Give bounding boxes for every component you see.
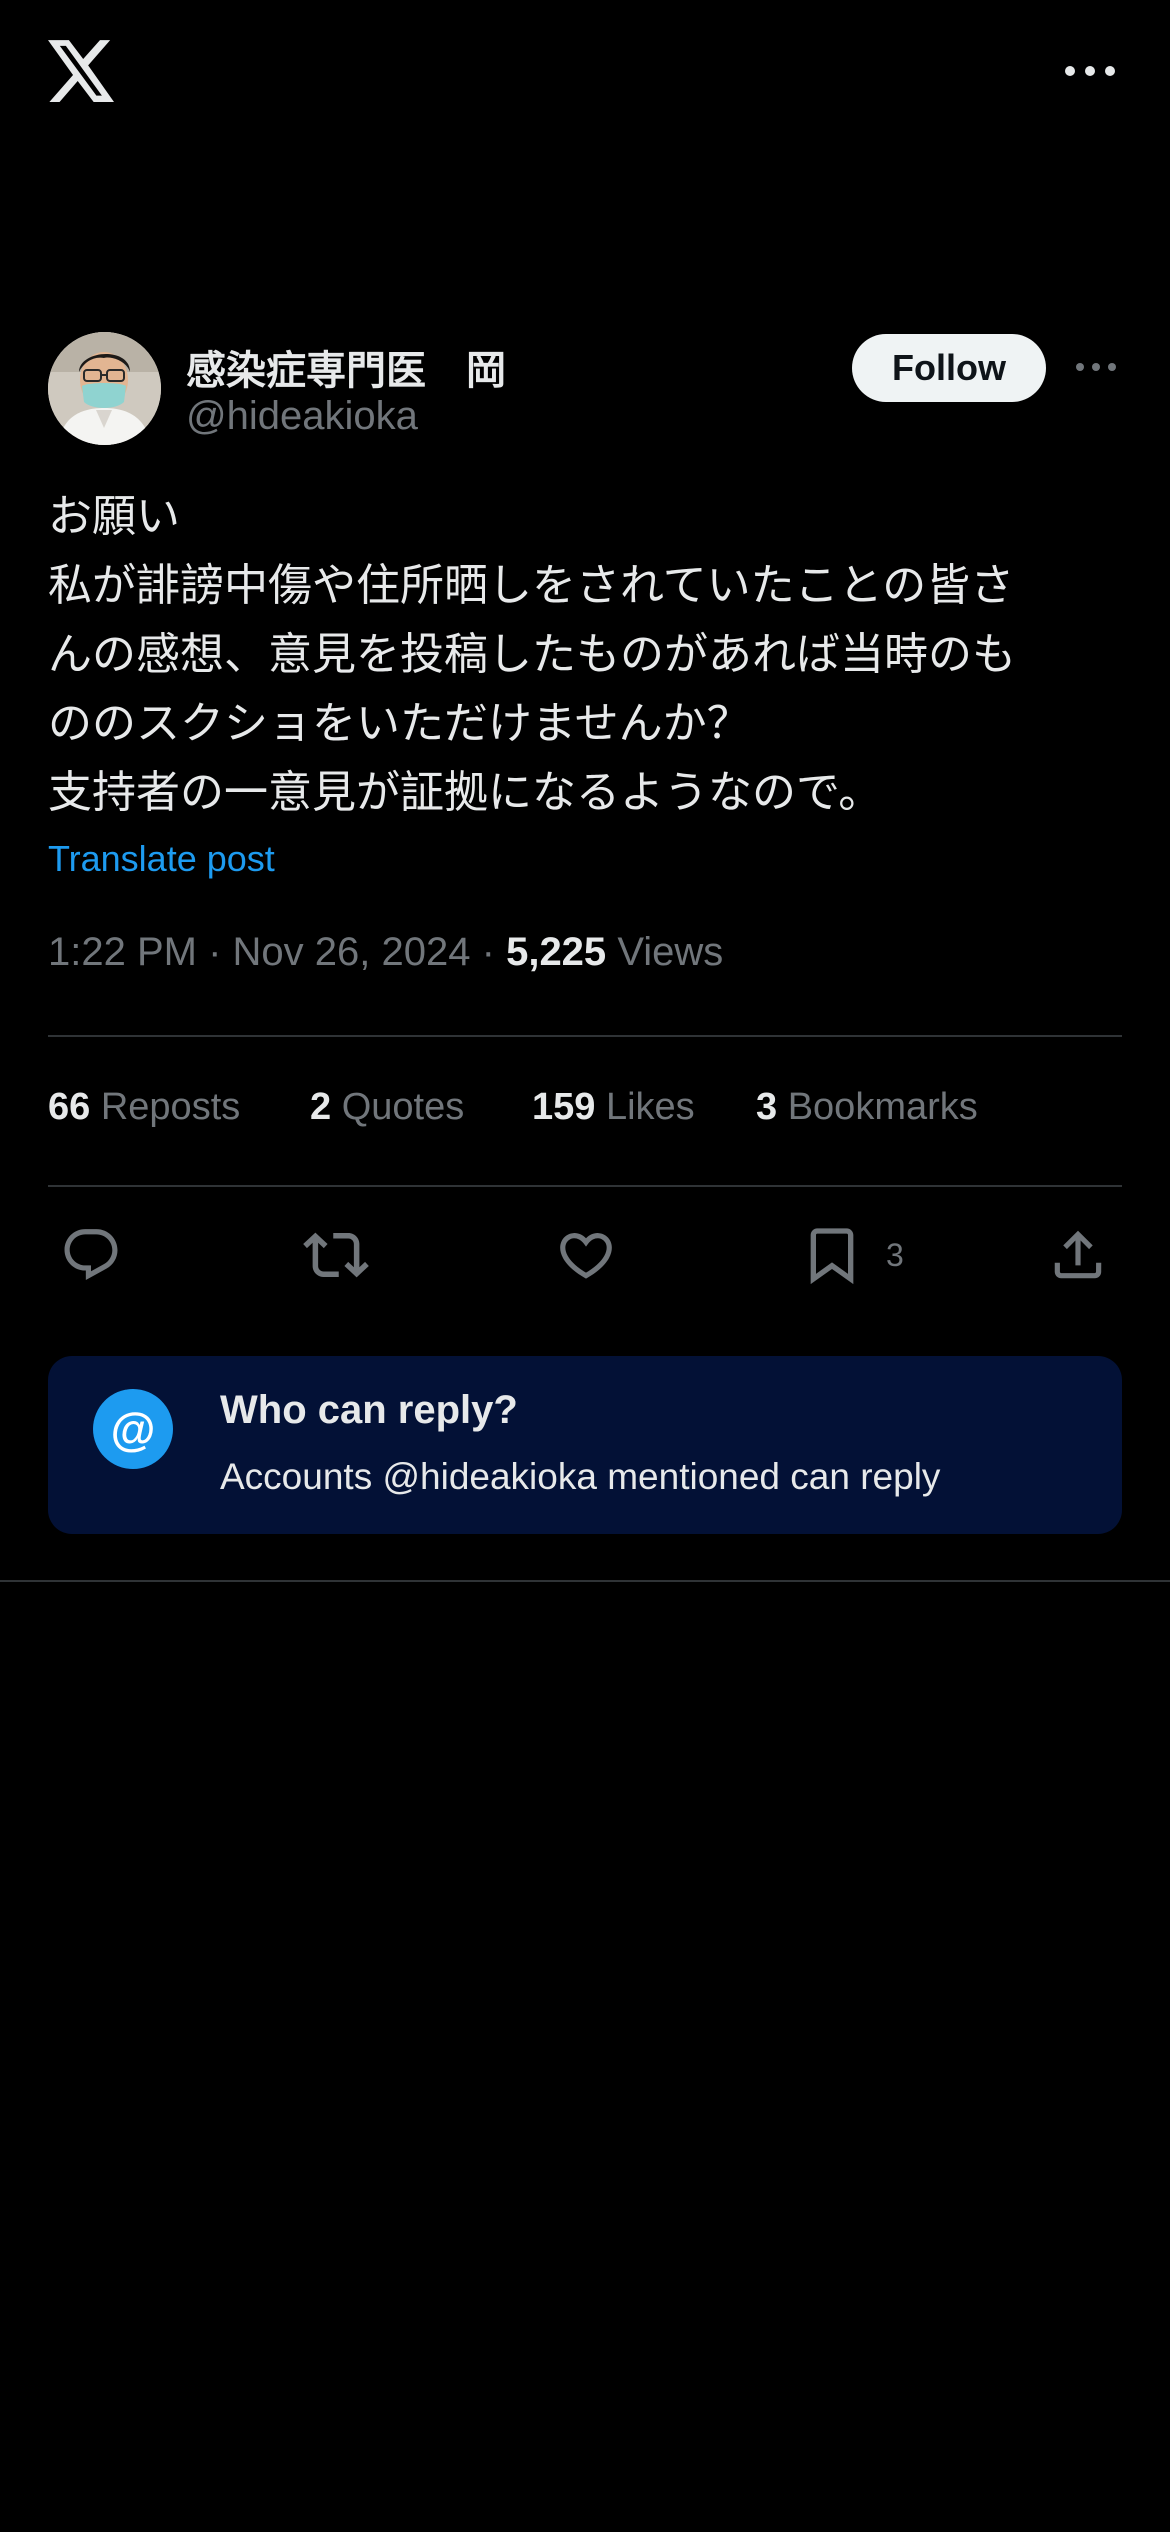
bookmark-icon [810,1228,854,1285]
reposts-label: Reposts [100,1086,241,1128]
post-date[interactable]: Nov 26, 2024 [233,930,471,974]
translate-post-link[interactable]: Translate post [48,838,275,880]
post-text-line: 支持者の一意見が証拠になるようなので。 [48,767,883,818]
author-handle[interactable]: @hideakioka [186,394,418,439]
post-meta: 1:22 PM · Nov 26, 2024 · 5,225 Views [48,930,723,975]
follow-button[interactable]: Follow [852,334,1046,402]
likes-count: 159 [532,1086,596,1128]
avatar[interactable] [48,332,161,445]
who-can-reply-title: Who can reply? [220,1388,518,1432]
more-horizontal-icon[interactable] [1072,354,1120,380]
quotes-count: 2 [310,1086,332,1128]
meta-separator: · [208,930,222,974]
post-author: 感染症専門医 岡 @hideakioka Follow [48,332,1122,447]
post-time[interactable]: 1:22 PM [48,930,197,974]
top-bar [0,0,1170,150]
display-name[interactable]: 感染症専門医 岡 [186,338,506,396]
heart-icon [560,1233,612,1279]
divider [48,1185,1122,1187]
views-label: Views [617,930,724,974]
bookmark-button[interactable]: 3 [800,1215,904,1295]
share-icon [1054,1230,1102,1279]
post-text: お願い 私が誹謗中傷や住所晒しをされていたことの皆さ んの感想、意見を投稿したも… [48,482,1128,827]
like-button[interactable] [555,1215,617,1295]
post-text-line: んの感想、意見を投稿したものがあれば当時のも [48,629,1016,680]
x-logo-icon[interactable] [48,40,114,102]
bookmarks-label: Bookmarks [787,1086,978,1128]
bookmarks-stat[interactable]: 3 Bookmarks [756,1086,978,1129]
bookmark-count: 3 [886,1236,904,1273]
bookmarks-count: 3 [756,1086,778,1128]
repost-button[interactable] [303,1215,369,1295]
quotes-stat[interactable]: 2 Quotes [310,1086,464,1129]
reposts-count: 66 [48,1086,91,1128]
likes-label: Likes [605,1086,695,1128]
post-text-line: お願い [48,491,180,542]
likes-stat[interactable]: 159 Likes [532,1086,695,1129]
reply-button[interactable] [60,1215,122,1295]
repost-icon [303,1232,369,1278]
meta-separator: · [481,930,495,974]
divider [48,1035,1122,1037]
at-sign-icon: @ [93,1389,173,1469]
post-text-line: 私が誹謗中傷や住所晒しをされていたことの皆さ [48,560,1015,611]
reposts-stat[interactable]: 66 Reposts [48,1086,240,1129]
share-button[interactable] [1047,1215,1109,1295]
views-count: 5,225 [506,930,607,974]
more-horizontal-icon[interactable] [1060,56,1120,86]
quotes-label: Quotes [341,1086,465,1128]
who-can-reply-subtitle: Accounts @hideakioka mentioned can reply [220,1456,941,1497]
action-bar: 3 [0,1215,1170,1295]
reply-icon [64,1229,118,1281]
divider [0,1580,1170,1582]
post-text-line: ののスクショをいただけませんか？ [48,698,751,749]
who-can-reply-card: @ Who can reply? Accounts @hideakioka me… [48,1356,1122,1534]
